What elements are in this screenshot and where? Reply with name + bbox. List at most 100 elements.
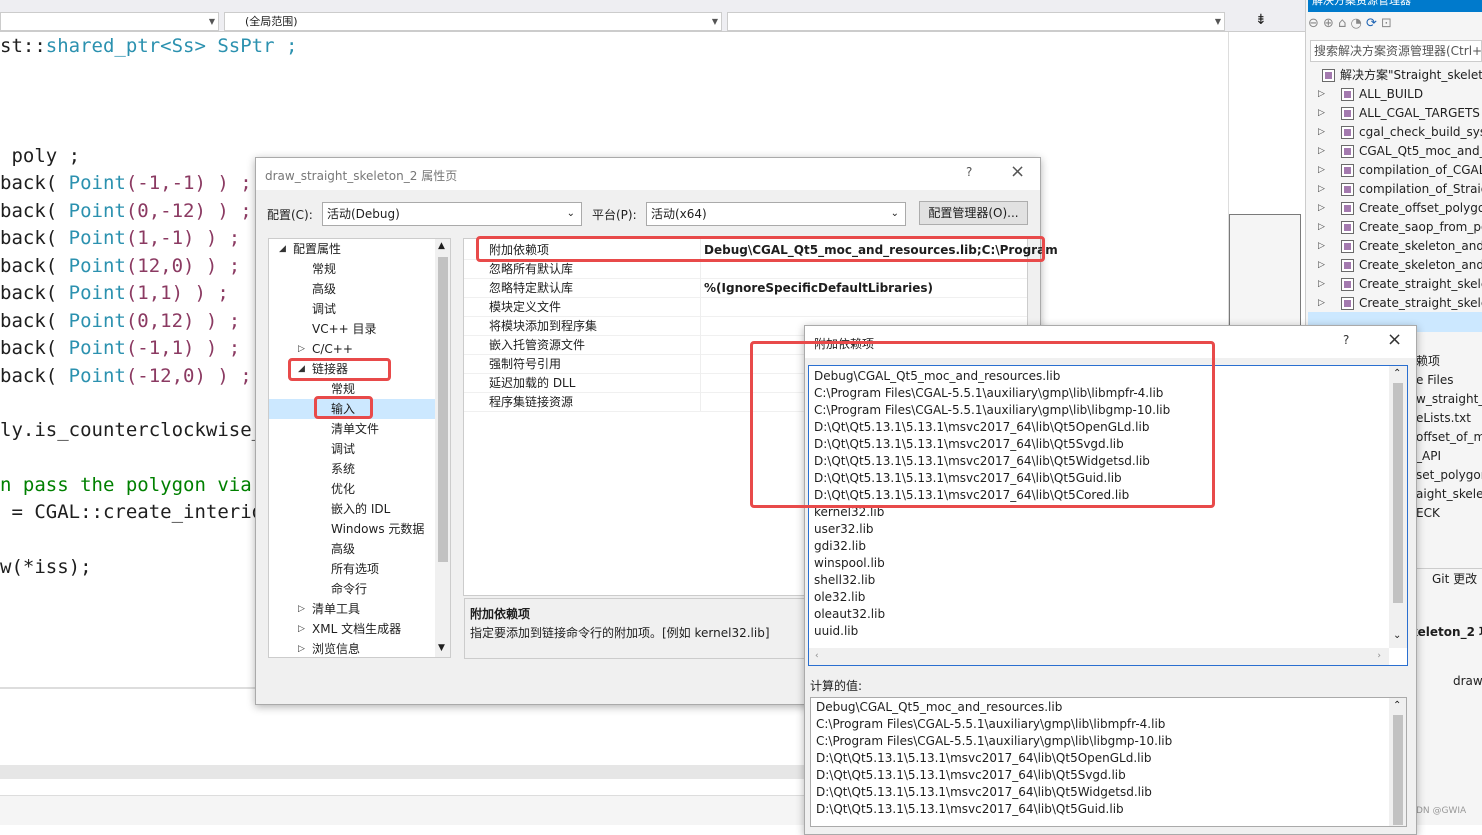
solution-item[interactable]: Create_skeleton_and_offset (1341, 237, 1482, 256)
tree-item[interactable]: 高级 (312, 279, 336, 299)
solution-subitem[interactable]: _API (1416, 447, 1441, 466)
scroll-down-icon[interactable]: ⌄ (1393, 630, 1401, 641)
tree-item[interactable]: 调试 (331, 439, 355, 459)
history-icon[interactable]: ◔ (1351, 16, 1362, 31)
scope-combo[interactable]: (全局范围) ▼ (224, 12, 722, 31)
expand-icon[interactable]: ▷ (1318, 260, 1325, 270)
solution-subitem[interactable]: offset_of_mu (1416, 428, 1482, 447)
property-row[interactable]: 忽略所有默认库 (464, 260, 1027, 279)
solution-item[interactable]: Create_skeleton_and_offset (1341, 256, 1482, 275)
deps-help-button[interactable]: ? (1343, 333, 1349, 347)
refresh-icon[interactable]: ⟳ (1366, 16, 1377, 31)
collapse-icon[interactable]: ◢ (279, 239, 286, 259)
project-combo[interactable]: ▼ (0, 12, 219, 31)
solution-subitem[interactable]: w_straight_ (1416, 390, 1482, 409)
expand-icon[interactable]: ▷ (298, 619, 305, 639)
scroll-thumb[interactable] (1393, 383, 1403, 603)
scroll-thumb[interactable] (1393, 715, 1403, 825)
tree-item[interactable]: 清单工具 (312, 599, 360, 619)
home-icon[interactable]: ⌂ (1338, 16, 1346, 31)
member-combo[interactable]: ▼ (727, 12, 1225, 31)
expand-icon[interactable]: ▷ (1318, 279, 1325, 289)
expand-icon[interactable]: ▷ (1318, 89, 1325, 99)
expand-icon[interactable]: ▷ (1318, 298, 1325, 308)
tree-scrollbar[interactable]: ▲ ▼ (435, 239, 450, 657)
solution-subitem[interactable]: aight_skeleto (1416, 485, 1482, 504)
tree-item[interactable]: 命令行 (331, 579, 367, 599)
solution-item[interactable]: Create_straight_skeleton (1341, 294, 1482, 313)
expand-icon[interactable]: ▷ (1318, 241, 1325, 251)
solution-item[interactable]: cgal_check_build_system (1341, 123, 1482, 142)
tree-item[interactable]: 系统 (331, 459, 355, 479)
collapse-icon[interactable]: ⊡ (1381, 16, 1392, 31)
expand-icon[interactable]: ▷ (1318, 203, 1325, 213)
solution-subitem[interactable]: 赖项 (1416, 352, 1440, 371)
code-token: back( (0, 337, 69, 359)
tree-item[interactable]: 清单文件 (331, 419, 379, 439)
expand-icon[interactable]: ▷ (298, 639, 305, 657)
deps-vscroll[interactable]: ⌃ ⌄ (1389, 366, 1407, 648)
code-token: (1,-1) ) ; (125, 227, 241, 249)
deps-hscroll[interactable]: ‹ › (809, 648, 1389, 665)
tree-item[interactable]: XML 文档生成器 (312, 619, 401, 639)
tree-item[interactable]: 浏览信息 (312, 639, 360, 657)
tree-item[interactable]: 所有选项 (331, 559, 379, 579)
solution-item[interactable]: Create_straight_skeleton (1341, 275, 1482, 294)
tree-item[interactable]: 嵌入的 IDL (331, 499, 390, 519)
solution-item[interactable]: compilation_of_Straight (1341, 180, 1482, 199)
solution-item[interactable]: ALL_BUILD (1341, 85, 1423, 104)
solution-item[interactable]: Create_offset_polygon (1341, 199, 1482, 218)
expand-icon[interactable]: ▷ (1318, 146, 1325, 156)
expand-icon[interactable]: ▷ (1318, 108, 1325, 118)
property-row[interactable]: 模块定义文件 (464, 298, 1027, 317)
scroll-thumb[interactable] (438, 257, 448, 562)
scroll-right-icon[interactable]: › (1377, 648, 1381, 665)
scroll-up-icon[interactable]: ▲ (438, 241, 445, 251)
expand-icon[interactable]: ▷ (1318, 127, 1325, 137)
tree-item[interactable]: 调试 (312, 299, 336, 319)
solution-item[interactable]: compilation_of_CGAL (1341, 161, 1482, 180)
code-token: Point (68, 172, 126, 194)
expand-icon[interactable]: ▷ (1318, 222, 1325, 232)
solution-subitem[interactable]: e Files (1416, 371, 1454, 390)
solution-subitem[interactable]: ECK (1416, 504, 1440, 523)
tree-item[interactable]: 优化 (331, 479, 355, 499)
solution-subitem[interactable]: eLists.txt (1416, 409, 1471, 428)
close-icon[interactable]: × (1387, 329, 1402, 350)
close-icon[interactable]: × (1010, 161, 1025, 182)
scroll-up-icon[interactable]: ⌃ (1393, 700, 1401, 711)
back-icon[interactable]: ⊖ (1308, 16, 1319, 31)
chevron-down-icon: ▼ (1214, 17, 1221, 26)
scroll-up-icon[interactable]: ⌃ (1393, 368, 1401, 379)
tree-item[interactable]: Windows 元数据 (331, 519, 424, 539)
solution-search[interactable]: 搜索解决方案资源管理器(Ctrl+;) (1310, 40, 1482, 62)
tree-item[interactable]: C/C++ (312, 339, 353, 359)
tree-item[interactable]: VC++ 目录 (312, 319, 377, 339)
expand-icon[interactable]: ▷ (298, 599, 305, 619)
solution-item[interactable]: CGAL_Qt5_moc_and_resources (1341, 142, 1482, 161)
platform-select[interactable]: 活动(x64) ⌄ (646, 202, 906, 226)
git-changes-tab[interactable]: Git 更改 (1408, 568, 1482, 590)
computed-vscroll[interactable]: ⌃ (1389, 698, 1406, 826)
solution-item[interactable]: Create_saop_from_polygon (1341, 218, 1482, 237)
expand-icon[interactable]: ▷ (1318, 165, 1325, 175)
solution-item[interactable]: 解决方案"Straight_skeleton (1322, 66, 1482, 85)
property-row[interactable]: 忽略特定默认库 %(IgnoreSpecificDefaultLibraries) (464, 279, 1027, 298)
code-token: poly ; (0, 145, 81, 167)
help-button[interactable]: ? (966, 165, 972, 179)
tree-item[interactable]: 高级 (331, 539, 355, 559)
solution-item[interactable]: ALL_CGAL_TARGETS (1341, 104, 1480, 123)
scroll-left-icon[interactable]: ‹ (815, 648, 819, 665)
solution-subitem[interactable]: set_polygon (1416, 466, 1482, 485)
scroll-down-icon[interactable]: ▼ (438, 643, 445, 653)
property-tree[interactable]: 配置属性 ◢ 常规 高级 调试 VC++ 目录 C/C++ ▷ 链接器 ◢ 常规 输入 清单文件 调试 系统… (268, 238, 451, 658)
config-manager-button[interactable]: 配置管理器(O)... (919, 201, 1028, 225)
forward-icon[interactable]: ⊕ (1323, 16, 1334, 31)
expand-icon[interactable]: ▷ (1318, 184, 1325, 194)
dependency-entry: user32.lib (814, 522, 874, 536)
tree-item[interactable]: 常规 (312, 259, 336, 279)
config-select[interactable]: 活动(Debug) ⌄ (322, 202, 582, 226)
split-icon[interactable]: ⇟ (1255, 12, 1267, 28)
expand-icon[interactable]: ▷ (298, 339, 305, 359)
tree-item[interactable]: 配置属性 (293, 239, 341, 259)
